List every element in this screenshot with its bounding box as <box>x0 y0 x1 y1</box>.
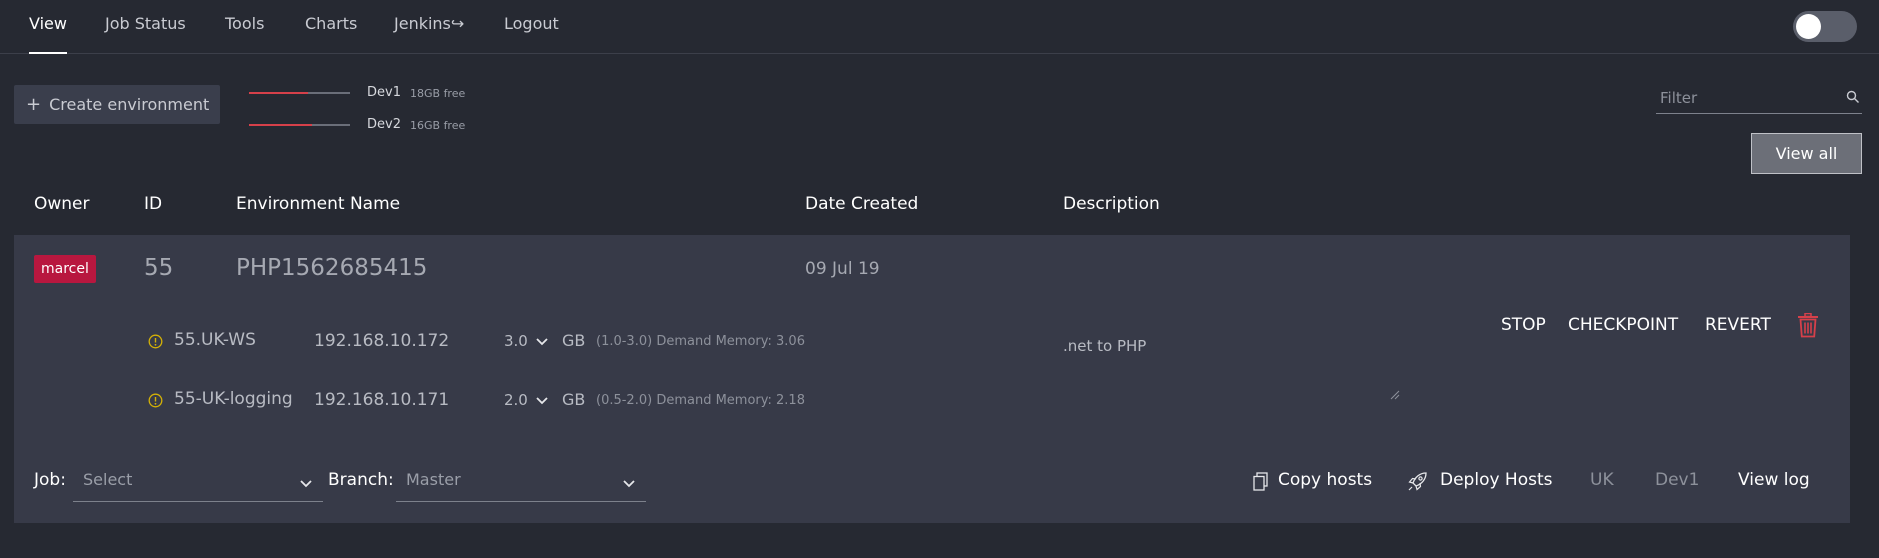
search-icon[interactable] <box>1846 90 1860 104</box>
nav-jenkins[interactable]: Jenkins↪ <box>394 14 464 54</box>
host-ip: 192.168.10.171 <box>314 390 450 410</box>
branch-select-value: Master <box>406 470 461 489</box>
environment-id: 55 <box>144 255 174 281</box>
column-header-date-created: Date Created <box>805 194 919 214</box>
checkpoint-button[interactable]: CHECKPOINT <box>1568 315 1678 335</box>
memory-server-name: Dev1 <box>367 85 401 100</box>
plus-icon: + <box>26 94 42 115</box>
demand-memory-text: (1.0-3.0) Demand Memory: 3.06 <box>596 334 805 349</box>
memory-bar-fill <box>249 92 308 94</box>
memory-bar <box>249 124 350 126</box>
theme-toggle[interactable] <box>1793 11 1857 42</box>
job-select[interactable]: Select <box>73 464 323 502</box>
chevron-down-icon[interactable] <box>535 396 549 406</box>
memory-free-text: 16GB free <box>410 119 466 132</box>
chevron-down-icon[interactable] <box>535 337 549 347</box>
filter-field <box>1656 84 1862 114</box>
nav-logout[interactable]: Logout <box>504 14 559 54</box>
top-nav: View Job Status Tools Charts Jenkins↪ Lo… <box>0 0 1879 54</box>
revert-button[interactable]: REVERT <box>1705 315 1771 335</box>
filter-input[interactable] <box>1656 84 1836 112</box>
stop-button[interactable]: STOP <box>1501 315 1546 335</box>
host-ip: 192.168.10.172 <box>314 331 450 351</box>
column-header-environment-name: Environment Name <box>236 194 401 214</box>
column-header-description: Description <box>1063 194 1160 214</box>
chevron-down-icon <box>300 480 312 488</box>
date-created: 09 Jul 19 <box>805 259 880 279</box>
memory-unit: GB <box>562 390 586 409</box>
warning-icon <box>148 334 163 349</box>
trash-icon[interactable] <box>1797 313 1819 338</box>
create-environment-label: Create environment <box>49 95 210 114</box>
memory-bar-fill <box>249 124 312 126</box>
nav-tools[interactable]: Tools <box>225 14 264 54</box>
memory-unit: GB <box>562 331 586 350</box>
create-environment-button[interactable]: + Create environment <box>14 85 220 124</box>
job-select-value: Select <box>83 470 133 489</box>
copy-hosts-button[interactable]: Copy hosts <box>1278 470 1372 490</box>
branch-label: Branch: <box>328 470 394 490</box>
region-label: UK <box>1590 470 1614 490</box>
memory-free-text: 18GB free <box>410 87 466 100</box>
owner-badge: marcel <box>34 255 96 283</box>
nav-charts[interactable]: Charts <box>305 14 357 54</box>
rocket-icon[interactable] <box>1407 471 1428 492</box>
warning-icon <box>148 393 163 408</box>
memory-bar <box>249 92 350 94</box>
column-header-id: ID <box>144 194 163 214</box>
description-textarea[interactable]: .net to PHP <box>1063 337 1146 355</box>
deploy-hosts-button[interactable]: Deploy Hosts <box>1440 470 1553 490</box>
server-label: Dev1 <box>1655 470 1700 490</box>
memory-select-value[interactable]: 2.0 <box>504 391 528 409</box>
demand-memory-text: (0.5-2.0) Demand Memory: 2.18 <box>596 393 805 408</box>
memory-select-value[interactable]: 3.0 <box>504 332 528 350</box>
branch-select[interactable]: Master <box>396 464 646 502</box>
column-header-owner: Owner <box>34 194 90 214</box>
copy-icon[interactable] <box>1253 472 1268 491</box>
resize-handle-icon[interactable] <box>1390 390 1400 400</box>
nav-view[interactable]: View <box>29 14 67 54</box>
chevron-down-icon <box>623 480 635 488</box>
view-log-button[interactable]: View log <box>1738 470 1810 490</box>
nav-job-status[interactable]: Job Status <box>105 14 186 54</box>
environment-name: PHP1562685415 <box>236 255 428 281</box>
memory-server-name: Dev2 <box>367 117 401 132</box>
host-name: 55.UK-WS <box>174 330 256 350</box>
host-name: 55-UK-logging <box>174 389 293 409</box>
toggle-knob <box>1796 14 1821 39</box>
view-all-button[interactable]: View all <box>1751 133 1862 174</box>
job-label: Job: <box>34 470 66 490</box>
